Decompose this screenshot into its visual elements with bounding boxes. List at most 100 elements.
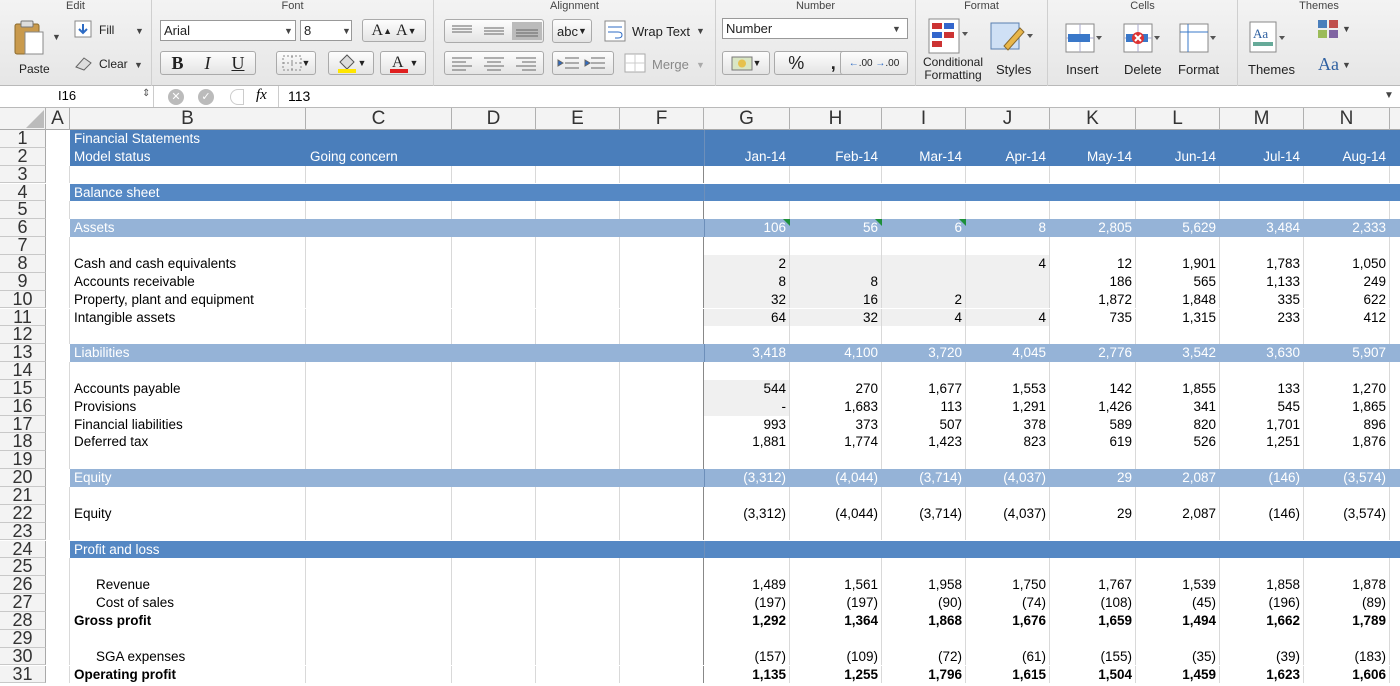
name-box[interactable]: I16 [58,88,76,103]
value-cell[interactable]: 544 [704,380,790,398]
merge-button[interactable]: Merge [652,57,689,72]
column-header-a[interactable]: A [46,108,70,130]
value-cell[interactable]: 1,364 [790,612,882,630]
error-indicator-icon[interactable] [875,219,882,227]
themes-button[interactable]: Themes [1248,62,1295,77]
row-label[interactable]: Cash and cash equivalents [70,255,306,273]
fill-icon[interactable] [74,20,92,38]
fill-color-button[interactable]: ▼ [328,51,374,75]
column-header-d[interactable]: D [452,108,536,130]
name-box-stepper-icon[interactable]: ⇕ [142,88,150,99]
value-cell[interactable]: 545 [1220,398,1304,416]
value-cell[interactable]: 1,774 [790,433,882,451]
row-header-10[interactable]: 10 [0,290,46,309]
formula-input[interactable]: 113 [288,88,310,104]
error-indicator-icon[interactable] [783,219,790,227]
row-header-1[interactable]: 1 [0,130,46,148]
value-cell[interactable]: (3,574) [1304,505,1390,523]
row-header-11[interactable]: 11 [0,308,46,327]
value-cell[interactable]: 1,958 [882,576,966,594]
row-header-9[interactable]: 9 [0,272,46,291]
enter-check-icon[interactable]: ✓ [198,89,214,105]
value-cell[interactable]: 373 [790,416,882,434]
borders-button[interactable]: ▼ [276,51,316,75]
value-cell[interactable]: 4 [966,309,1050,327]
value-cell[interactable]: 56 [790,219,882,237]
value-cell[interactable]: Mar-14 [882,148,966,166]
value-cell[interactable]: 6 [882,219,966,237]
row-header-27[interactable]: 27 [0,594,46,612]
value-cell[interactable] [882,273,966,291]
decrease-font-button[interactable]: A [396,22,408,40]
value-cell[interactable]: 113 [882,398,966,416]
value-cell[interactable]: 8 [966,219,1050,237]
row-header-14[interactable]: 14 [0,362,46,380]
value-cell[interactable]: (3,574) [1304,469,1390,487]
merge-dropdown-icon[interactable]: ▼ [696,60,705,70]
horizontal-align-buttons[interactable] [444,51,544,75]
value-cell[interactable]: 1,865 [1304,398,1390,416]
font-size-dropdown-icon[interactable]: ▼ [342,26,351,36]
value-cell[interactable]: 526 [1136,433,1220,451]
column-header-g[interactable]: G [704,108,790,130]
value-cell[interactable]: 4,100 [790,344,882,362]
value-cell[interactable]: 1,489 [704,576,790,594]
value-cell[interactable]: (183) [1304,648,1390,666]
row-label[interactable]: Equity [70,505,306,523]
value-cell[interactable] [966,291,1050,309]
theme-fonts-dropdown-icon[interactable]: ▼ [1342,60,1351,70]
row-label[interactable]: Provisions [70,398,306,416]
row-header-25[interactable]: 25 [0,558,46,577]
font-color-button[interactable]: A ▼ [380,51,426,75]
row-label[interactable]: Financial liabilities [70,416,306,434]
value-cell[interactable]: 2,776 [1050,344,1136,362]
value-cell[interactable]: (197) [704,594,790,612]
value-cell[interactable]: (90) [882,594,966,612]
value-cell[interactable]: 589 [1050,416,1136,434]
row-header-30[interactable]: 30 [0,647,46,666]
value-cell[interactable]: 1,292 [704,612,790,630]
value-cell[interactable]: (4,037) [966,505,1050,523]
value-cell[interactable] [882,255,966,273]
column-header-c[interactable]: C [306,108,452,130]
value-cell[interactable]: 1,789 [1304,612,1390,630]
row-label[interactable]: Balance sheet [70,184,306,202]
paste-button-label[interactable]: Paste [19,62,50,76]
value-cell[interactable]: 1,872 [1050,291,1136,309]
row-label[interactable]: Equity [70,469,306,487]
value-cell[interactable] [790,255,882,273]
value-cell[interactable]: May-14 [1050,148,1136,166]
italic-button[interactable]: I [204,53,210,74]
value-cell[interactable]: 622 [1304,291,1390,309]
value-cell[interactable]: 233 [1220,309,1304,327]
value-cell[interactable]: 1,251 [1220,433,1304,451]
row-header-20[interactable]: 20 [0,469,46,487]
currency-button[interactable]: ▼ [722,51,770,75]
value-cell[interactable]: (61) [966,648,1050,666]
increase-font-button[interactable]: A [372,22,384,40]
insert-button[interactable]: Insert [1066,62,1099,77]
value-cell[interactable]: 1,539 [1136,576,1220,594]
value-cell[interactable]: (89) [1304,594,1390,612]
font-size-adjust-buttons[interactable]: A ▲ A ▼ [362,19,426,42]
value-cell[interactable]: (4,037) [966,469,1050,487]
theme-colors-icon[interactable] [1316,18,1344,40]
row-header-29[interactable]: 29 [0,629,46,648]
row-header-6[interactable]: 6 [0,219,46,238]
row-header-2[interactable]: 2 [0,147,46,166]
insert-function-button[interactable]: fx [256,87,267,104]
value-cell[interactable]: (45) [1136,594,1220,612]
value-cell[interactable]: 1,255 [790,666,882,684]
theme-fonts-button[interactable]: Aa [1318,54,1339,75]
value-cell[interactable]: 1,561 [790,576,882,594]
vertical-align-buttons[interactable] [444,19,544,43]
value-cell[interactable]: (3,714) [882,469,966,487]
font-name-dropdown-icon[interactable]: ▼ [284,26,293,36]
value-cell[interactable]: (4,044) [790,469,882,487]
column-header-j[interactable]: J [966,108,1050,130]
indent-buttons[interactable] [552,51,614,75]
row-label[interactable]: Gross profit [70,612,306,630]
value-cell[interactable]: 1,426 [1050,398,1136,416]
value-cell[interactable]: (109) [790,648,882,666]
column-header-e[interactable]: E [536,108,620,130]
